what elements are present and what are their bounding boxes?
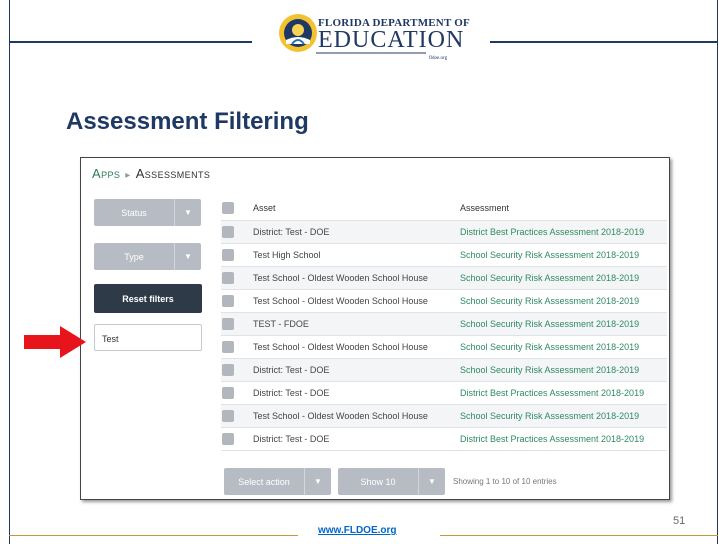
table-row[interactable]: Test School - Oldest Wooden School House… — [221, 267, 667, 290]
footer-url-link[interactable]: www.FLDOE.org — [318, 525, 397, 536]
asset-cell: Test School - Oldest Wooden School House — [253, 296, 428, 306]
asset-cell: Test School - Oldest Wooden School House — [253, 273, 428, 283]
assessment-link[interactable]: School Security Risk Assessment 2018-201… — [460, 250, 639, 260]
column-header-assessment[interactable]: Assessment — [460, 203, 509, 213]
header-rule-right — [490, 41, 718, 43]
assessment-link[interactable]: School Security Risk Assessment 2018-201… — [460, 342, 639, 352]
entries-info: Showing 1 to 10 of 10 entries — [453, 477, 557, 486]
app-screenshot: Apps ▸ Assessments Status ▼ Type ▼ Reset f… — [80, 157, 670, 500]
status-filter-label: Status — [121, 207, 147, 218]
page-number: 51 — [673, 515, 686, 527]
table-row[interactable]: District: Test - DOE School Security Risk… — [221, 359, 667, 382]
asset-cell: Test High School — [253, 250, 321, 260]
row-checkbox[interactable] — [222, 226, 234, 238]
assessment-link[interactable]: School Security Risk Assessment 2018-201… — [460, 365, 639, 375]
table-row[interactable]: TEST - FDOE School Security Risk Assessme… — [221, 313, 667, 336]
chevron-down-icon: ▼ — [418, 468, 445, 495]
assessment-link[interactable]: School Security Risk Assessment 2018-201… — [460, 319, 639, 329]
breadcrumb-apps-link[interactable]: Apps — [92, 166, 120, 181]
type-filter-dropdown[interactable]: Type ▼ — [94, 243, 201, 270]
asset-cell: District: Test - DOE — [253, 227, 330, 237]
page-size-dropdown[interactable]: Show 10 ▼ — [338, 468, 445, 495]
row-checkbox[interactable] — [222, 295, 234, 307]
table-row[interactable]: District: Test - DOE District Best Practi… — [221, 428, 667, 451]
breadcrumb-separator-icon: ▸ — [125, 170, 131, 181]
type-filter-label: Type — [124, 251, 144, 262]
status-filter-dropdown[interactable]: Status ▼ — [94, 199, 201, 226]
table-row[interactable]: Test School - Oldest Wooden School House… — [221, 405, 667, 428]
row-checkbox[interactable] — [222, 249, 234, 261]
footer-rule-right — [440, 535, 718, 536]
breadcrumb: Apps ▸ Assessments — [92, 166, 210, 181]
table-row[interactable]: Test High School School Security Risk Ass… — [221, 244, 667, 267]
chevron-down-icon: ▼ — [304, 468, 331, 495]
asset-cell: TEST - FDOE — [253, 319, 309, 329]
assessment-link[interactable]: District Best Practices Assessment 2018-… — [460, 434, 644, 444]
header-rule-left — [9, 41, 252, 43]
row-checkbox[interactable] — [222, 433, 234, 445]
assessment-link[interactable]: School Security Risk Assessment 2018-201… — [460, 296, 639, 306]
row-checkbox[interactable] — [222, 318, 234, 330]
assessment-link[interactable]: District Best Practices Assessment 2018-… — [460, 227, 644, 237]
row-checkbox[interactable] — [222, 364, 234, 376]
breadcrumb-current: Assessments — [135, 166, 211, 181]
select-action-dropdown[interactable]: Select action ▼ — [224, 468, 331, 495]
row-checkbox[interactable] — [222, 410, 234, 422]
asset-cell: District: Test - DOE — [253, 365, 330, 375]
table-row[interactable]: Test School - Oldest Wooden School House… — [221, 290, 667, 313]
table-header-row: Asset Assessment — [221, 197, 667, 221]
asset-cell: District: Test - DOE — [253, 434, 330, 444]
chevron-down-icon: ▼ — [174, 243, 201, 270]
table-row[interactable]: Test School - Oldest Wooden School House… — [221, 336, 667, 359]
row-checkbox[interactable] — [222, 387, 234, 399]
red-arrow-icon — [24, 326, 88, 363]
asset-cell: Test School - Oldest Wooden School House — [253, 411, 428, 421]
column-header-asset[interactable]: Asset — [253, 203, 276, 213]
logo-line-2: EDUCATION — [318, 27, 465, 53]
assessment-link[interactable]: School Security Risk Assessment 2018-201… — [460, 273, 639, 283]
assessment-table: Asset Assessment District: Test - DOE Dis… — [221, 197, 667, 451]
reset-filters-button[interactable]: Reset filters — [94, 284, 202, 313]
logo-line-3: fldoe.org — [429, 56, 448, 61]
row-checkbox[interactable] — [222, 272, 234, 284]
slide-title: Assessment Filtering — [66, 108, 309, 135]
table-row[interactable]: District: Test - DOE District Best Practi… — [221, 221, 667, 244]
footer-rule-left — [9, 535, 298, 536]
assessment-link[interactable]: School Security Risk Assessment 2018-201… — [460, 411, 639, 421]
select-action-label: Select action — [238, 476, 290, 487]
select-all-checkbox[interactable] — [222, 202, 234, 214]
chevron-down-icon: ▼ — [174, 199, 201, 226]
page-size-label: Show 10 — [360, 476, 396, 487]
asset-cell: District: Test - DOE — [253, 388, 330, 398]
table-row[interactable]: District: Test - DOE District Best Practi… — [221, 382, 667, 405]
search-input[interactable]: Test — [94, 324, 202, 351]
asset-cell: Test School - Oldest Wooden School House — [253, 342, 428, 352]
assessment-link[interactable]: District Best Practices Assessment 2018-… — [460, 388, 644, 398]
row-checkbox[interactable] — [222, 341, 234, 353]
